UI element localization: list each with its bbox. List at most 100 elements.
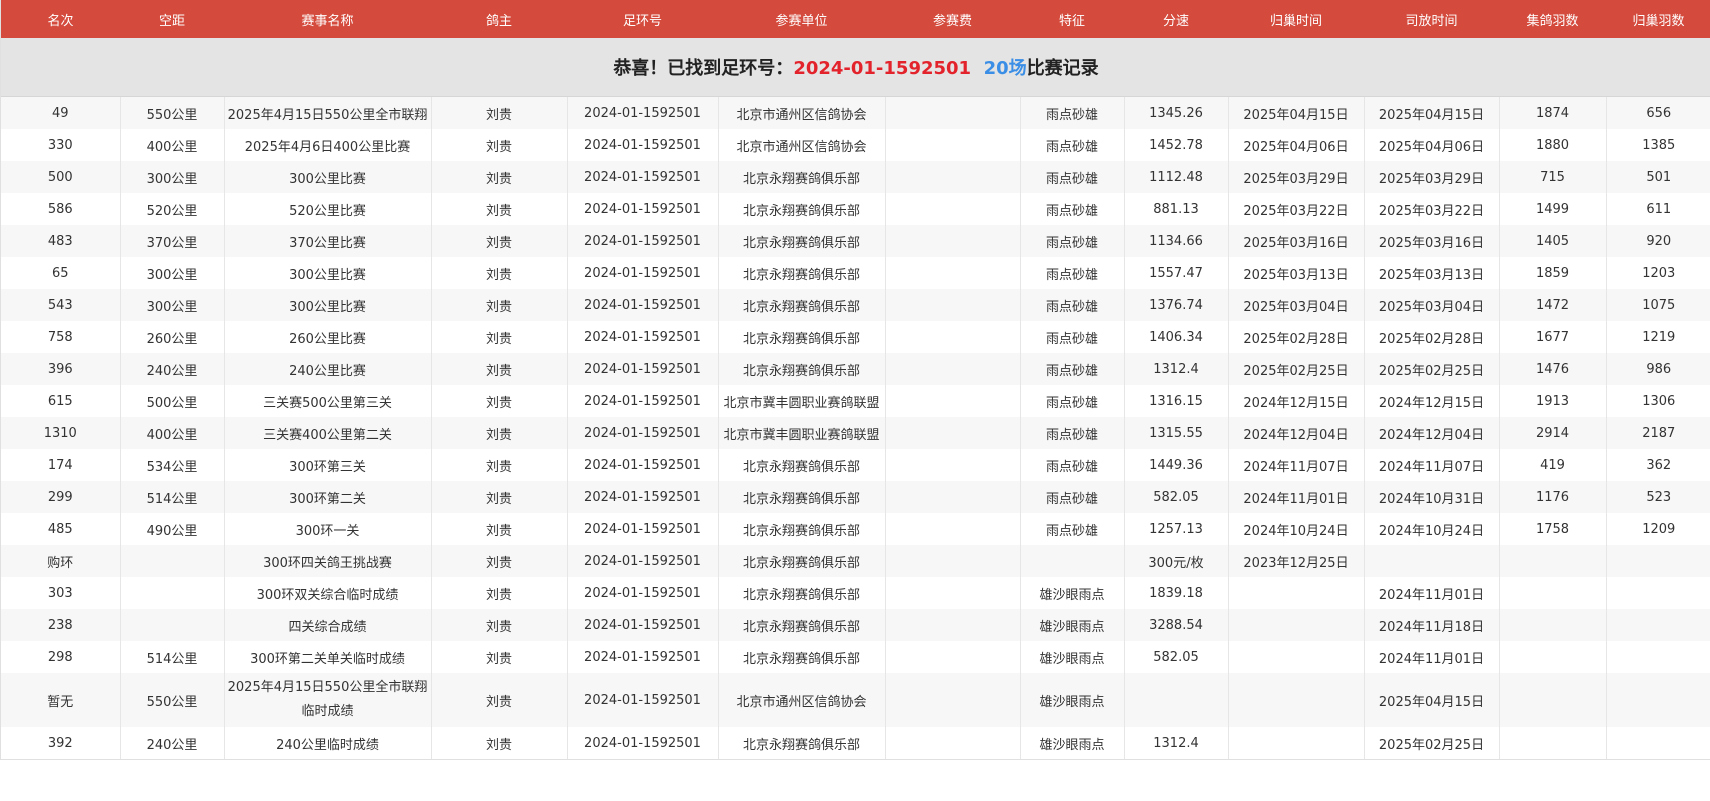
table-cell: 北京永翔赛鸽俱乐部 [718, 225, 886, 257]
banner-prefix: 恭喜！已找到足环号： [613, 58, 794, 79]
table-cell: 1075 [1606, 289, 1710, 321]
table-cell: 2025年04月15日 [1228, 96, 1365, 129]
table-cell: 240公里临时成绩 [224, 727, 432, 759]
table-cell: 三关赛400公里第二关 [224, 417, 432, 449]
table-cell: 1913 [1499, 385, 1607, 417]
table-cell: 雄沙眼雨点 [1020, 609, 1125, 641]
table-cell: 北京永翔赛鸽俱乐部 [718, 193, 886, 225]
table-cell: 520公里比赛 [224, 193, 432, 225]
table-cell: 雄沙眼雨点 [1020, 641, 1125, 673]
table-cell: 2024年11月01日 [1364, 641, 1500, 673]
table-cell: 300公里 [120, 257, 225, 289]
table-cell: 雨点砂雄 [1020, 385, 1125, 417]
table-cell: 49 [1, 96, 121, 129]
table-cell: 刘贵 [431, 385, 568, 417]
table-cell: 2024-01-1592501 [567, 641, 719, 673]
table-row: 396 240公里 240公里比赛 刘贵 2024-01-1592501 北京永翔赛鸽俱乐… [1, 353, 1710, 385]
table-row: 303 300环双关综合临时成绩 刘贵 2024-01-1592501 北京永翔赛鸽俱乐… [1, 577, 1710, 609]
table-cell: 雨点砂雄 [1020, 481, 1125, 513]
table-cell: 2024-01-1592501 [567, 673, 719, 727]
table-cell: 1859 [1499, 257, 1607, 289]
table-cell [885, 353, 1021, 385]
race-results-table: 名次 空距 赛事名称 鸽主 足环号 参赛单位 参赛费 特征 分速 归巢时间 司放时间 集鸽羽数 归巢羽数… [1, 0, 1710, 759]
table-cell: 2024年11月01日 [1228, 481, 1365, 513]
table-cell: 582.05 [1124, 481, 1229, 513]
table-cell [885, 545, 1021, 577]
column-header: 鸽主 [431, 0, 567, 38]
table-cell: 北京永翔赛鸽俱乐部 [718, 609, 886, 641]
table-cell: 北京永翔赛鸽俱乐部 [718, 641, 886, 673]
table-cell [885, 385, 1021, 417]
table-cell: 2024-01-1592501 [567, 289, 719, 321]
table-cell: 400公里 [120, 417, 225, 449]
table-cell: 500 [1, 161, 121, 193]
table-cell: 2024年10月31日 [1364, 481, 1500, 513]
table-cell: 2024-01-1592501 [567, 161, 719, 193]
table-row: 485 490公里 300环一关 刘贵 2024-01-1592501 北京永翔赛鸽俱乐部… [1, 513, 1710, 545]
table-cell: 300公里比赛 [224, 289, 432, 321]
table-cell: 2025年03月16日 [1228, 225, 1365, 257]
table-cell: 1312.4 [1124, 727, 1229, 759]
table-cell: 北京市通州区信鸽协会 [718, 673, 886, 727]
table-cell: 2025年04月06日 [1228, 129, 1365, 161]
table-cell: 刘贵 [431, 449, 568, 481]
table-cell: 刘贵 [431, 673, 568, 727]
table-cell [1499, 673, 1607, 727]
table-cell: 300环四关鸽王挑战赛 [224, 545, 432, 577]
table-row: 586 520公里 520公里比赛 刘贵 2024-01-1592501 北京永翔赛鸽俱乐… [1, 193, 1710, 225]
table-cell: 北京永翔赛鸽俱乐部 [718, 289, 886, 321]
table-cell: 刘贵 [431, 417, 568, 449]
table-row: 238 四关综合成绩 刘贵 2024-01-1592501 北京永翔赛鸽俱乐部 雄沙眼雨点… [1, 609, 1710, 641]
table-cell: 656 [1606, 96, 1710, 129]
table-row: 392 240公里 240公里临时成绩 刘贵 2024-01-1592501 北京永翔赛鸽… [1, 727, 1710, 759]
table-row: 65 300公里 300公里比赛 刘贵 2024-01-1592501 北京永翔赛鸽俱乐部… [1, 257, 1710, 289]
table-cell: 881.13 [1124, 193, 1229, 225]
table-cell [1499, 641, 1607, 673]
table-cell: 北京永翔赛鸽俱乐部 [718, 449, 886, 481]
table-cell: 2024-01-1592501 [567, 353, 719, 385]
table-cell: 北京市通州区信鸽协会 [718, 129, 886, 161]
table-cell: 2024年11月01日 [1364, 577, 1500, 609]
table-cell: 1257.13 [1124, 513, 1229, 545]
table-cell: 雄沙眼雨点 [1020, 673, 1125, 727]
table-cell: 2025年03月16日 [1364, 225, 1500, 257]
table-cell: 雨点砂雄 [1020, 353, 1125, 385]
table-cell: 1677 [1499, 321, 1607, 353]
column-header: 足环号 [567, 0, 718, 38]
results-table-container: 名次 空距 赛事名称 鸽主 足环号 参赛单位 参赛费 特征 分速 归巢时间 司放时间 集鸽羽数 归巢羽数… [0, 0, 1710, 760]
table-cell: 582.05 [1124, 641, 1229, 673]
table-cell: 北京市冀丰圆职业赛鸽联盟 [718, 417, 886, 449]
table-cell: 920 [1606, 225, 1710, 257]
table-cell: 1452.78 [1124, 129, 1229, 161]
table-cell: 2025年4月6日400公里比赛 [224, 129, 432, 161]
table-cell [1020, 545, 1125, 577]
table-cell [885, 289, 1021, 321]
table-cell: 2025年04月15日 [1364, 96, 1500, 129]
table-cell: 刘贵 [431, 96, 568, 129]
table-cell: 2024-01-1592501 [567, 577, 719, 609]
table-row: 758 260公里 260公里比赛 刘贵 2024-01-1592501 北京永翔赛鸽俱乐… [1, 321, 1710, 353]
table-row: 615 500公里 三关赛500公里第三关 刘贵 2024-01-1592501 北京市冀… [1, 385, 1710, 417]
table-cell: 刘贵 [431, 577, 568, 609]
table-cell: 2024-01-1592501 [567, 257, 719, 289]
result-banner: 恭喜！已找到足环号：2024-01-1592501 20场比赛记录 [1, 38, 1710, 97]
table-cell: 534公里 [120, 449, 225, 481]
table-cell: 2025年03月29日 [1364, 161, 1500, 193]
table-cell: 2025年02月28日 [1364, 321, 1500, 353]
table-row: 500 300公里 300公里比赛 刘贵 2024-01-1592501 北京永翔赛鸽俱乐… [1, 161, 1710, 193]
table-cell: 1880 [1499, 129, 1607, 161]
table-cell: 2024-01-1592501 [567, 513, 719, 545]
table-cell: 2025年02月25日 [1364, 727, 1500, 759]
table-cell: 1405 [1499, 225, 1607, 257]
table-cell: 299 [1, 481, 121, 513]
table-cell: 1406.34 [1124, 321, 1229, 353]
table-cell: 2024-01-1592501 [567, 449, 719, 481]
table-cell [885, 577, 1021, 609]
table-cell: 300环第二关单关临时成绩 [224, 641, 432, 673]
table-cell: 300环第三关 [224, 449, 432, 481]
table-cell: 北京永翔赛鸽俱乐部 [718, 727, 886, 759]
table-cell: 986 [1606, 353, 1710, 385]
table-cell: 2024年11月18日 [1364, 609, 1500, 641]
table-cell: 2024-01-1592501 [567, 96, 719, 129]
column-header: 归巢时间 [1228, 0, 1364, 38]
